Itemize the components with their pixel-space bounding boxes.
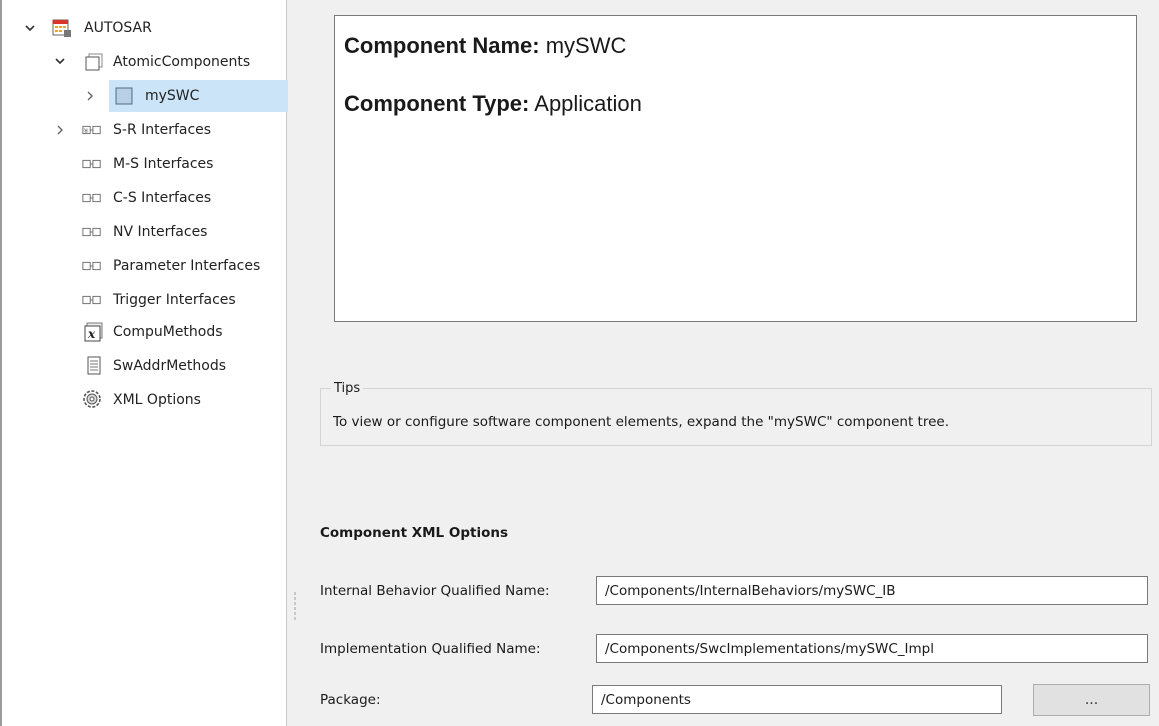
window-border [0,0,2,726]
implementation-label: Implementation Qualified Name: [320,641,541,657]
gear-icon [82,389,102,409]
component-name-value: mySWC [545,33,627,58]
component-type-value: Application [534,91,642,116]
tree-node-sw-addr-methods[interactable]: SwAddrMethods [113,352,226,380]
chevron-right-icon[interactable] [82,88,98,104]
tree-node-label: SwAddrMethods [113,358,226,374]
autosar-tree-panel[interactable]: AUTOSAR AtomicComponents mySWC ꓤ S-R Int… [0,0,288,726]
interface-icon [82,256,102,276]
autosar-package-icon [52,18,72,38]
tree-node-compu-methods[interactable]: CompuMethods [113,318,223,346]
package-input[interactable] [592,685,1002,714]
tree-node-label: mySWC [145,88,200,104]
tips-group: Tips To view or configure software compo… [320,381,1152,446]
section-title: Component XML Options [320,525,509,541]
tree-node-sr-interfaces[interactable]: S-R Interfaces [113,116,211,144]
tree-node-autosar[interactable]: AUTOSAR [84,14,152,42]
tree-node-trigger-interfaces[interactable]: Trigger Interfaces [113,286,236,314]
chevron-down-icon[interactable] [22,20,38,36]
implementation-input[interactable] [596,634,1148,663]
document-list-icon [84,356,104,376]
component-name-row: Component Name: mySWC [344,33,626,59]
internal-behavior-input[interactable] [596,576,1148,605]
component-type-label: Component Type: [344,91,530,116]
tree-node-label: C-S Interfaces [113,190,212,206]
tree-node-xml-options[interactable]: XML Options [113,386,201,414]
chevron-right-icon[interactable] [52,122,68,138]
interface-icon [82,290,102,310]
tree-node-label: M-S Interfaces [113,156,214,172]
component-name-label: Component Name: [344,33,540,58]
tree-node-cs-interfaces[interactable]: C-S Interfaces [113,184,211,212]
function-x-icon: x [84,322,104,342]
tree-node-label: Trigger Interfaces [113,292,236,308]
chevron-down-icon[interactable] [52,53,68,69]
browse-button[interactable]: ... [1033,684,1150,716]
component-type-row: Component Type: Application [344,91,642,117]
package-label: Package: [320,692,381,708]
tree-node-nv-interfaces[interactable]: NV Interfaces [113,218,207,246]
interface-icon [82,188,102,208]
tree-node-parameter-interfaces[interactable]: Parameter Interfaces [113,252,260,280]
interface-icon [82,222,102,242]
tips-title: Tips [331,381,364,396]
tree-node-label: AUTOSAR [84,20,152,36]
component-box-icon [114,86,134,106]
component-summary-box: Component Name: mySWC Component Type: Ap… [334,15,1137,322]
tree-node-label: Parameter Interfaces [113,258,261,274]
internal-behavior-label: Internal Behavior Qualified Name: [320,583,550,599]
splitter-handle[interactable] [294,591,296,621]
tips-text: To view or configure software component … [333,414,949,430]
tree-node-label: AtomicComponents [113,54,251,70]
svg-text:ꓤ: ꓤ [84,129,88,135]
tree-node-label: CompuMethods [113,324,223,340]
tree-node-myswc[interactable]: mySWC [145,82,199,110]
component-folder-icon [84,52,104,72]
svg-text:x: x [87,327,96,341]
interface-icon [82,154,102,174]
tree-node-label: XML Options [113,392,201,408]
tree-node-label: NV Interfaces [113,224,208,240]
tree-node-label: S-R Interfaces [113,122,212,138]
tree-node-atomic-components[interactable]: AtomicComponents [113,48,250,76]
tree-node-ms-interfaces[interactable]: M-S Interfaces [113,150,213,178]
interface-icon: ꓤ [82,120,102,140]
